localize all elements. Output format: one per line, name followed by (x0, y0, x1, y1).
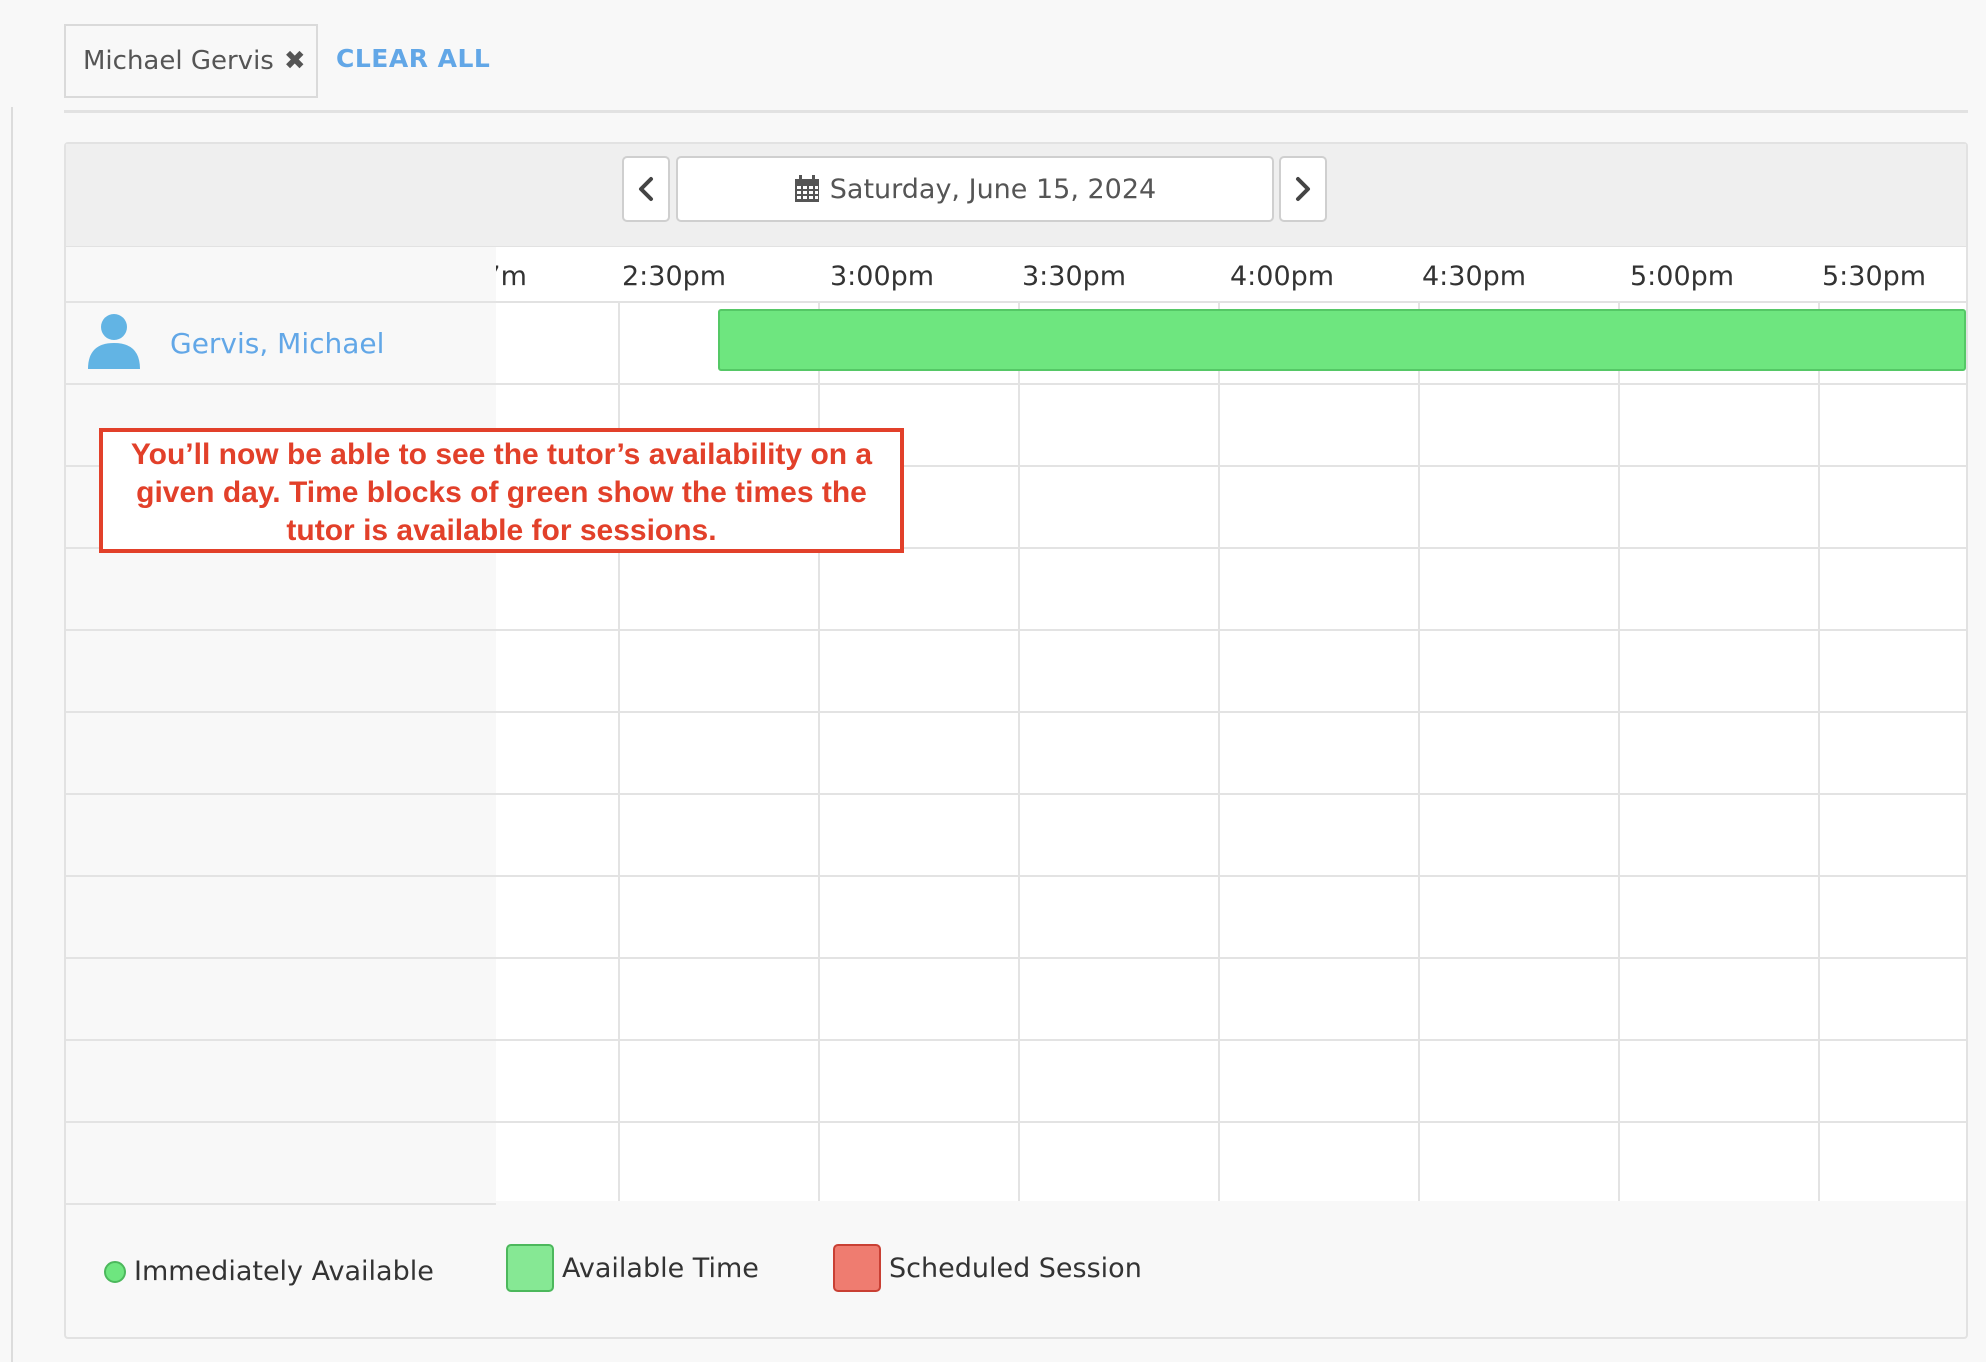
grid-row-line (496, 1121, 1966, 1123)
grid-column-line (1218, 301, 1220, 1201)
next-day-button[interactable] (1279, 156, 1327, 222)
filter-chip-michael-gervis[interactable]: Michael Gervis ✖ (64, 24, 318, 98)
tutor-row-gervis-michael: Gervis, Michael (66, 303, 496, 383)
grid-column-line (1818, 301, 1820, 1201)
time-label: 3:30pm (1022, 261, 1127, 292)
filter-chip-label: Michael Gervis (83, 46, 274, 76)
filter-bar: Michael Gervis ✖ CLEAR ALL (64, 24, 1968, 113)
grid-row-line (496, 711, 1966, 713)
grid-row-line (496, 793, 1966, 795)
legend-label: Available Time (562, 1252, 759, 1284)
time-label: 5:30pm (1822, 261, 1927, 292)
time-label: 4:00pm (1230, 261, 1335, 292)
time-label: 3:00pm (830, 261, 935, 292)
schedule-panel: Saturday, June 15, 2024 Gervis, Michael … (64, 142, 1968, 1339)
row-divider (66, 711, 496, 713)
available-time-block[interactable] (718, 309, 1966, 371)
time-label: ’m (496, 261, 527, 292)
clear-all-link[interactable]: CLEAR ALL (336, 44, 490, 73)
legend-scheduled-session: Scheduled Session (833, 1244, 1142, 1292)
tutor-name-link[interactable]: Gervis, Michael (170, 327, 384, 360)
green-swatch-icon (506, 1244, 554, 1292)
calendar-icon (794, 175, 819, 202)
grid-column-line (1018, 301, 1020, 1201)
grid-column-line (1418, 301, 1420, 1201)
time-header: ’m 2:30pm 3:00pm 3:30pm 4:00pm 4:30pm 5:… (496, 247, 1966, 303)
row-divider (66, 793, 496, 795)
row-divider (66, 1121, 496, 1123)
previous-day-button[interactable] (622, 156, 670, 222)
green-dot-icon (104, 1260, 126, 1283)
chevron-left-icon (639, 177, 653, 201)
legend-available-time: Available Time (506, 1244, 759, 1292)
date-label: Saturday, June 15, 2024 (829, 173, 1157, 205)
row-divider (66, 875, 496, 877)
legend: Immediately Available Available Time Sch… (66, 1244, 1966, 1324)
left-border (11, 107, 13, 1362)
row-divider (66, 383, 496, 385)
date-navigation-header: Saturday, June 15, 2024 (66, 144, 1966, 248)
grid-row-line (496, 1039, 1966, 1041)
legend-label: Scheduled Session (889, 1252, 1142, 1284)
time-label: 2:30pm (622, 261, 727, 292)
legend-immediately-available: Immediately Available (104, 1256, 434, 1287)
tutor-names-column: Gervis, Michael (66, 247, 498, 1205)
close-icon[interactable]: ✖ (284, 46, 306, 76)
row-divider (66, 957, 496, 959)
legend-label: Immediately Available (134, 1256, 434, 1287)
chevron-right-icon (1296, 177, 1310, 201)
red-swatch-icon (833, 1244, 881, 1292)
time-grid: ’m 2:30pm 3:00pm 3:30pm 4:00pm 4:30pm 5:… (496, 247, 1966, 1201)
tutorial-callout: You’ll now be able to see the tutor’s av… (99, 428, 904, 553)
grid-row-line (496, 875, 1966, 877)
user-icon (88, 314, 140, 369)
grid-row-line (496, 957, 1966, 959)
grid-row-line (496, 383, 1966, 385)
row-divider (66, 629, 496, 631)
time-label: 4:30pm (1422, 261, 1527, 292)
availability-timeline: Gervis, Michael ’m 2:30pm 3:00pm 3:30pm … (66, 247, 1966, 1205)
grid-column-line (1618, 301, 1620, 1201)
row-divider (66, 1039, 496, 1041)
date-picker-button[interactable]: Saturday, June 15, 2024 (676, 156, 1274, 222)
row-divider (66, 1203, 496, 1205)
grid-row-line (496, 629, 1966, 631)
time-label: 5:00pm (1630, 261, 1735, 292)
